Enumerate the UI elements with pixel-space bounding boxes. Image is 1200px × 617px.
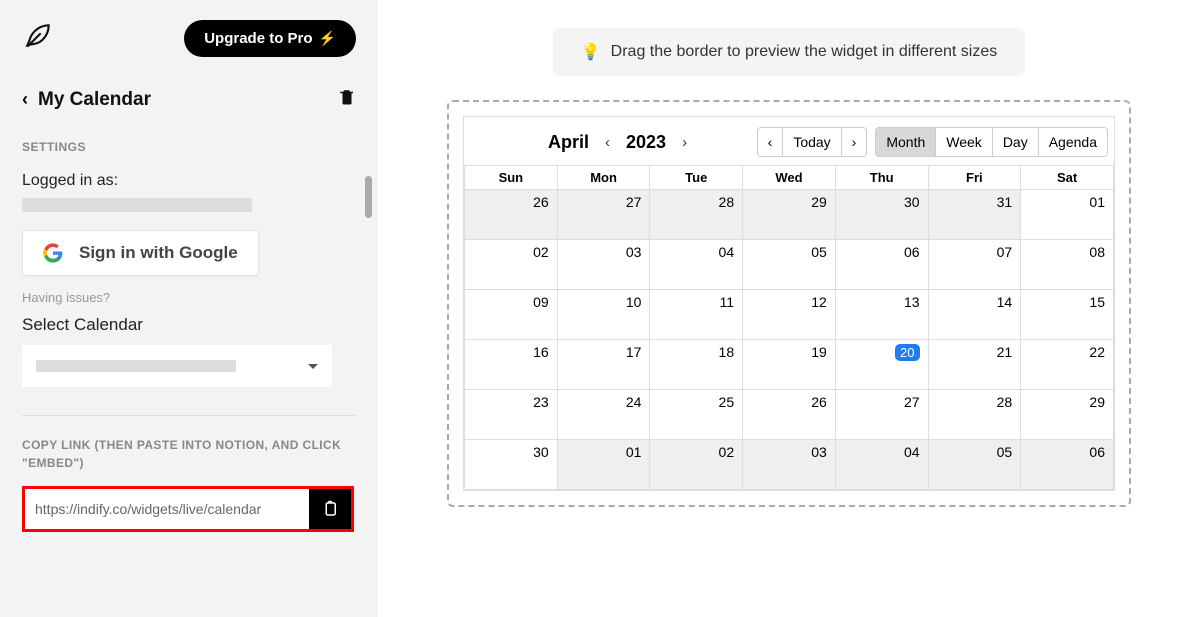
calendar-day-cell[interactable]: 27 (835, 390, 928, 440)
view-month-button[interactable]: Month (876, 128, 936, 156)
view-week-button[interactable]: Week (936, 128, 993, 156)
main-preview-area: 💡 Drag the border to preview the widget … (378, 0, 1200, 617)
calendar-day-cell[interactable]: 18 (650, 340, 743, 390)
view-day-button[interactable]: Day (993, 128, 1039, 156)
calendar-day-cell[interactable]: 21 (928, 340, 1021, 390)
calendar-day-cell[interactable]: 05 (928, 440, 1021, 490)
calendar-day-cell[interactable]: 17 (557, 340, 650, 390)
upgrade-to-pro-button[interactable]: Upgrade to Pro ⚡ (184, 20, 356, 57)
settings-section-label: SETTINGS (22, 140, 356, 154)
calendar-day-cell[interactable]: 01 (557, 440, 650, 490)
day-header: Fri (928, 166, 1021, 190)
embed-link-input[interactable] (25, 489, 309, 529)
widget-resize-frame[interactable]: April ‹ 2023 › ‹ Today › MonthWeekDayAge… (447, 100, 1131, 507)
calendar-day-cell[interactable]: 19 (743, 340, 836, 390)
app-logo-feather-icon (22, 20, 54, 57)
back-chevron-icon[interactable]: ‹ (22, 89, 28, 110)
google-signin-label: Sign in with Google (79, 243, 238, 263)
calendar-day-cell[interactable]: 06 (835, 240, 928, 290)
calendar-day-cell[interactable]: 29 (743, 190, 836, 240)
section-divider (22, 415, 356, 416)
calendar-day-cell[interactable]: 09 (465, 290, 558, 340)
calendar-day-cell[interactable]: 11 (650, 290, 743, 340)
calendar-select-dropdown[interactable] (22, 345, 332, 387)
delete-widget-button[interactable] (338, 87, 356, 112)
logged-in-account-placeholder (22, 198, 252, 212)
calendar-month-label: April (548, 132, 589, 153)
day-header: Thu (835, 166, 928, 190)
page-title: My Calendar (38, 89, 151, 111)
select-calendar-label: Select Calendar (22, 315, 356, 335)
sign-in-with-google-button[interactable]: Sign in with Google (22, 230, 259, 276)
logged-in-as-label: Logged in as: (22, 172, 356, 190)
calendar-day-cell[interactable]: 29 (1021, 390, 1114, 440)
upgrade-label: Upgrade to Pro (204, 30, 312, 47)
calendar-day-cell[interactable]: 08 (1021, 240, 1114, 290)
calendar-day-cell[interactable]: 02 (650, 440, 743, 490)
calendar-day-cell[interactable]: 07 (928, 240, 1021, 290)
calendar-day-cell[interactable]: 06 (1021, 440, 1114, 490)
having-issues-link[interactable]: Having issues? (22, 290, 356, 305)
calendar-day-cell[interactable]: 24 (557, 390, 650, 440)
next-period-button[interactable]: › (842, 128, 867, 156)
clipboard-icon (321, 500, 339, 518)
calendar-day-cell[interactable]: 04 (650, 240, 743, 290)
calendar-widget: April ‹ 2023 › ‹ Today › MonthWeekDayAge… (463, 116, 1115, 491)
prev-period-button[interactable]: ‹ (758, 128, 784, 156)
day-header: Tue (650, 166, 743, 190)
sidebar-scrollbar-thumb[interactable] (365, 176, 372, 218)
calendar-day-cell[interactable]: 20 (835, 340, 928, 390)
calendar-day-cell[interactable]: 30 (465, 440, 558, 490)
calendar-day-cell[interactable]: 28 (650, 190, 743, 240)
calendar-day-cell[interactable]: 15 (1021, 290, 1114, 340)
calendar-day-cell[interactable]: 27 (557, 190, 650, 240)
calendar-day-cell[interactable]: 10 (557, 290, 650, 340)
view-agenda-button[interactable]: Agenda (1039, 128, 1107, 156)
calendar-day-cell[interactable]: 14 (928, 290, 1021, 340)
calendar-day-cell[interactable]: 31 (928, 190, 1021, 240)
calendar-day-cell[interactable]: 12 (743, 290, 836, 340)
copy-link-instructions: COPY LINK (THEN PASTE INTO NOTION, AND C… (22, 436, 356, 472)
calendar-day-cell[interactable]: 22 (1021, 340, 1114, 390)
calendar-day-cell[interactable]: 25 (650, 390, 743, 440)
calendar-day-cell[interactable]: 04 (835, 440, 928, 490)
calendar-day-cell[interactable]: 26 (743, 390, 836, 440)
embed-link-row (22, 486, 354, 532)
google-logo-icon (43, 243, 63, 263)
day-header: Wed (743, 166, 836, 190)
calendar-grid: SunMonTueWedThuFriSat 262728293031010203… (464, 165, 1114, 490)
resize-hint-banner: 💡 Drag the border to preview the widget … (553, 28, 1026, 76)
calendar-day-cell[interactable]: 03 (743, 440, 836, 490)
copy-link-button[interactable] (309, 489, 351, 529)
calendar-day-cell[interactable]: 13 (835, 290, 928, 340)
bolt-icon: ⚡ (319, 30, 336, 47)
view-switch-group: MonthWeekDayAgenda (875, 127, 1108, 157)
calendar-day-cell[interactable]: 26 (465, 190, 558, 240)
calendar-day-cell[interactable]: 23 (465, 390, 558, 440)
today-indicator: 20 (895, 344, 919, 361)
next-month-button[interactable]: › (674, 132, 695, 153)
sidebar: Upgrade to Pro ⚡ ‹ My Calendar SETTINGS … (0, 0, 378, 617)
day-header: Sun (465, 166, 558, 190)
calendar-day-cell[interactable]: 30 (835, 190, 928, 240)
calendar-day-cell[interactable]: 01 (1021, 190, 1114, 240)
calendar-day-cell[interactable]: 05 (743, 240, 836, 290)
select-placeholder (36, 360, 236, 372)
lightbulb-icon: 💡 (581, 42, 601, 62)
calendar-day-cell[interactable]: 02 (465, 240, 558, 290)
today-button[interactable]: Today (783, 128, 841, 156)
day-header: Mon (557, 166, 650, 190)
calendar-year-label: 2023 (626, 132, 666, 153)
chevron-down-icon (308, 364, 318, 369)
day-header: Sat (1021, 166, 1114, 190)
calendar-day-cell[interactable]: 03 (557, 240, 650, 290)
resize-hint-text: Drag the border to preview the widget in… (611, 43, 998, 61)
prev-month-button[interactable]: ‹ (597, 132, 618, 153)
today-nav-group: ‹ Today › (757, 127, 868, 157)
calendar-day-cell[interactable]: 28 (928, 390, 1021, 440)
calendar-day-cell[interactable]: 16 (465, 340, 558, 390)
